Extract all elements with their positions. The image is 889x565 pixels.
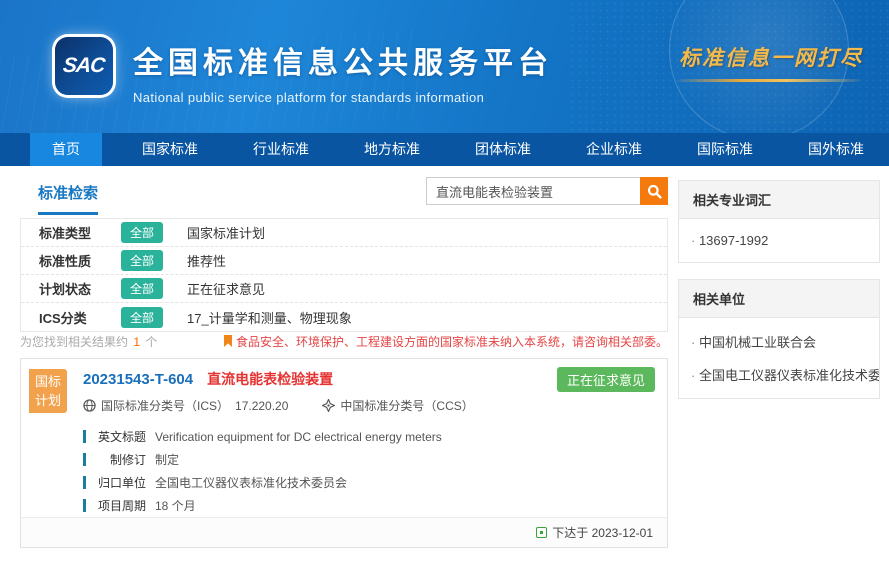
- bookmark-icon: [224, 335, 232, 347]
- system-notice: 食品安全、环境保护、工程建设方面的国家标准未纳入本系统，请咨询相关部委。: [224, 333, 668, 350]
- filter-label: 标准性质: [39, 251, 101, 270]
- filter-label: 标准类型: [39, 223, 101, 242]
- nav-item-home[interactable]: 首页: [30, 133, 102, 166]
- related-vocabulary-title: 相关专业词汇: [679, 181, 879, 219]
- nav-item-national-standards[interactable]: 国家标准: [127, 133, 213, 166]
- site-header: SAC 全国标准信息公共服务平台 National public service…: [0, 0, 889, 133]
- filter-all-button[interactable]: 全部: [121, 250, 163, 271]
- slogan-underline: [678, 79, 860, 82]
- ics-value: 17.220.20: [235, 399, 288, 413]
- result-card: 国标 计划 20231543-T-604 直流电能表检验装置 正在征求意见 国际…: [20, 358, 668, 548]
- filter-value[interactable]: 正在征求意见: [187, 279, 265, 298]
- slogan-text: 标准信息一网打尽: [679, 42, 859, 72]
- result-card-meta: 国际标准分类号（ICS） 17.220.20 中国标准分类号（CCS）: [83, 397, 508, 414]
- main-content: 标准检索 标准类型 全部 国家标准计划 标准性质 全部 推荐性: [0, 166, 889, 565]
- site-subtitle: National public service platform for sta…: [133, 90, 553, 105]
- filter-all-button[interactable]: 全部: [121, 222, 163, 243]
- filter-value[interactable]: 国家标准计划: [187, 223, 265, 242]
- detail-label: 制修订: [94, 451, 146, 468]
- search-box: [426, 177, 668, 205]
- nav-item-enterprise-standards[interactable]: 企业标准: [571, 133, 657, 166]
- detail-bar: [83, 476, 86, 489]
- detail-row-revision-type: 制修订 制定: [83, 448, 655, 471]
- sac-logo[interactable]: SAC: [55, 37, 113, 95]
- main-nav: 首页 国家标准 行业标准 地方标准 团体标准 企业标准 国际标准 国外标准 示范…: [0, 133, 889, 166]
- detail-bar: [83, 499, 86, 512]
- related-organizations-body: 中国机械工业联合会 全国电工仪器仪表标准化技术委...: [679, 318, 879, 398]
- search-icon: [647, 184, 662, 199]
- filter-label: ICS分类: [39, 308, 101, 327]
- organization-item[interactable]: 中国机械工业联合会: [679, 324, 879, 357]
- standard-code-link[interactable]: 20231543-T-604: [83, 371, 193, 388]
- related-organizations-title: 相关单位: [679, 280, 879, 318]
- detail-bar: [83, 430, 86, 443]
- related-organizations-box: 相关单位 中国机械工业联合会 全国电工仪器仪表标准化技术委...: [678, 279, 880, 399]
- nav-item-local-standards[interactable]: 地方标准: [349, 133, 435, 166]
- nav-item-group-standards[interactable]: 团体标准: [460, 133, 546, 166]
- ccs-label: 中国标准分类号（CCS）: [340, 397, 473, 414]
- badge-line2: 计划: [29, 391, 67, 410]
- detail-label: 项目周期: [94, 497, 146, 514]
- filter-value[interactable]: 推荐性: [187, 251, 226, 270]
- results-info-row: 为您找到相关结果约 1 个 食品安全、环境保护、工程建设方面的国家标准未纳入本系…: [20, 333, 668, 349]
- slogan-block: 标准信息一网打尽: [679, 42, 859, 82]
- filter-row-standard-nature: 标准性质 全部 推荐性: [21, 247, 667, 275]
- globe-icon: [83, 399, 96, 412]
- detail-label: 英文标题: [94, 428, 146, 445]
- compass-icon: [322, 399, 335, 412]
- detail-value: 制定: [155, 451, 179, 468]
- right-sidebar: 相关专业词汇 13697-1992 相关单位 中国机械工业联合会 全国电工仪器仪…: [678, 180, 880, 415]
- detail-value: 18 个月: [155, 497, 196, 514]
- detail-value: Verification equipment for DC electrical…: [155, 430, 442, 444]
- ics-meta: 国际标准分类号（ICS） 17.220.20: [83, 397, 288, 414]
- results-count-suffix: 个: [145, 335, 157, 349]
- badge-line1: 国标: [29, 372, 67, 391]
- filter-label: 计划状态: [39, 279, 101, 298]
- nav-item-international-standards[interactable]: 国际标准: [682, 133, 768, 166]
- results-count-number: 1: [133, 335, 140, 349]
- related-vocabulary-body: 13697-1992: [679, 219, 879, 262]
- detail-bar: [83, 453, 86, 466]
- detail-row-english-title: 英文标题 Verification equipment for DC elect…: [83, 425, 655, 448]
- filter-all-button[interactable]: 全部: [121, 278, 163, 299]
- site-title: 全国标准信息公共服务平台: [133, 38, 553, 82]
- issued-date-value: 2023-12-01: [592, 526, 653, 540]
- issued-date-label: 下达于: [552, 524, 588, 541]
- standard-title-link[interactable]: 直流电能表检验装置: [207, 369, 333, 389]
- result-card-footer: 下达于 2023-12-01: [21, 517, 667, 547]
- results-count-prefix: 为您找到相关结果约: [20, 335, 128, 349]
- section-title-standard-search: 标准检索: [38, 182, 98, 215]
- organization-item[interactable]: 全国电工仪器仪表标准化技术委...: [679, 357, 879, 390]
- result-card-header: 20231543-T-604 直流电能表检验装置 正在征求意见: [83, 368, 655, 390]
- detail-row-responsible-unit: 归口单位 全国电工仪器仪表标准化技术委员会: [83, 471, 655, 494]
- sac-logo-text: SAC: [62, 54, 106, 78]
- search-input[interactable]: [426, 177, 640, 205]
- issued-date: 下达于 2023-12-01: [536, 524, 653, 541]
- nav-item-foreign-standards[interactable]: 国外标准: [793, 133, 879, 166]
- filter-row-ics-classification: ICS分类 全部 17_计量学和测量、物理现象: [21, 303, 667, 331]
- site-title-block: 全国标准信息公共服务平台 National public service pla…: [133, 38, 553, 105]
- notice-text: 食品安全、环境保护、工程建设方面的国家标准未纳入本系统，请咨询相关部委。: [236, 333, 668, 350]
- result-card-details: 英文标题 Verification equipment for DC elect…: [83, 425, 655, 517]
- calendar-icon: [536, 527, 547, 538]
- search-button[interactable]: [640, 177, 668, 205]
- detail-label: 归口单位: [94, 474, 146, 491]
- national-plan-badge: 国标 计划: [29, 369, 67, 413]
- detail-value: 全国电工仪器仪表标准化技术委员会: [155, 474, 347, 491]
- status-badge: 正在征求意见: [557, 367, 655, 392]
- vocabulary-item[interactable]: 13697-1992: [679, 225, 879, 254]
- filter-all-button[interactable]: 全部: [121, 307, 163, 328]
- nav-item-industry-standards[interactable]: 行业标准: [238, 133, 324, 166]
- filter-row-standard-type: 标准类型 全部 国家标准计划: [21, 219, 667, 247]
- filter-row-plan-status: 计划状态 全部 正在征求意见: [21, 275, 667, 303]
- filter-panel: 标准类型 全部 国家标准计划 标准性质 全部 推荐性 计划状态 全部 正在征求意…: [20, 218, 668, 332]
- related-vocabulary-box: 相关专业词汇 13697-1992: [678, 180, 880, 263]
- filter-value[interactable]: 17_计量学和测量、物理现象: [187, 308, 352, 327]
- detail-row-project-period: 项目周期 18 个月: [83, 494, 655, 517]
- ccs-meta: 中国标准分类号（CCS）: [322, 397, 473, 414]
- results-count: 为您找到相关结果约 1 个: [20, 333, 157, 350]
- ics-label: 国际标准分类号（ICS）: [101, 397, 229, 414]
